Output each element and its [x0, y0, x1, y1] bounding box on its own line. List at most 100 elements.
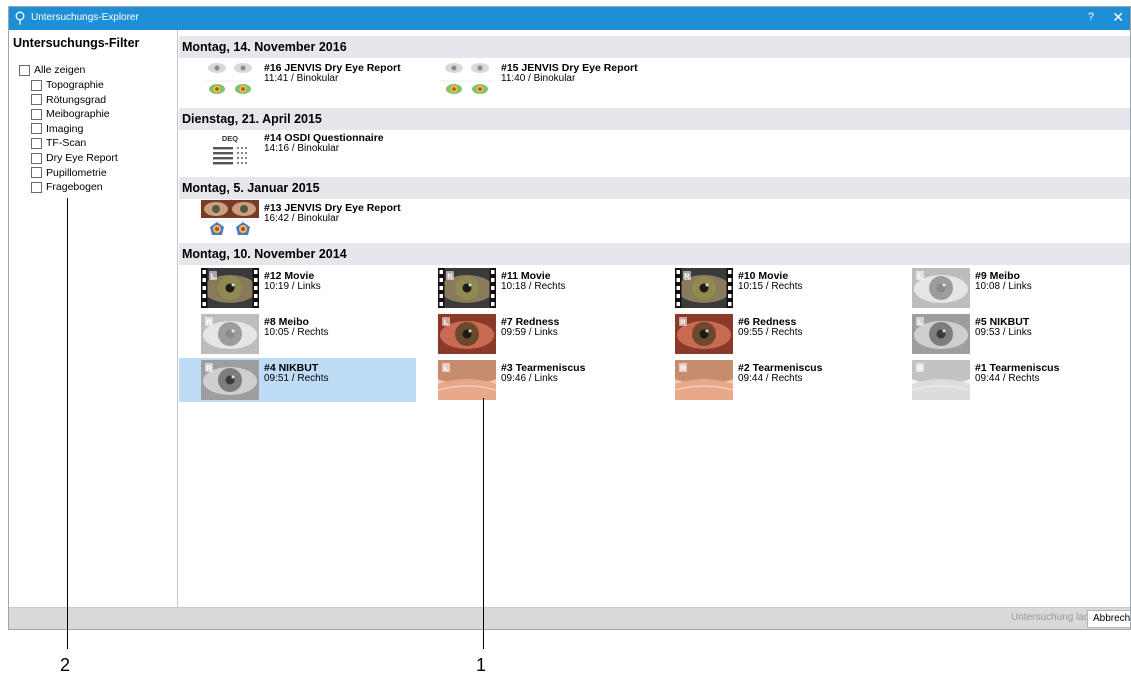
- examination-time: 11:40 / Binokular: [501, 73, 576, 84]
- checkbox[interactable]: [31, 181, 42, 193]
- examination-time: 10:05 / Rechts: [264, 327, 329, 338]
- examination-item[interactable]: R #10 Movie 10:15 / Rechts: [653, 266, 890, 310]
- svg-text:L: L: [444, 364, 449, 373]
- filter-label: Topographie: [46, 79, 104, 91]
- examination-time: 10:18 / Rechts: [501, 281, 566, 292]
- examination-item[interactable]: L #12 Movie 10:19 / Links: [179, 266, 416, 310]
- title-bar: Untersuchungs-Explorer ? ✕: [9, 7, 1130, 30]
- examination-time: 09:46 / Links: [501, 373, 558, 384]
- cancel-button[interactable]: Abbrechen: [1087, 610, 1130, 628]
- examination-item[interactable]: DEQ #14 OSDI Questionnaire 14:16 / Binokul…: [179, 128, 416, 172]
- help-button[interactable]: ?: [1088, 11, 1094, 23]
- eye-image-thumbnail: L: [912, 314, 970, 354]
- svg-text:R: R: [917, 364, 923, 373]
- examination-time: 09:53 / Links: [975, 327, 1032, 338]
- filter-label: TF-Scan: [46, 137, 87, 150]
- checkbox[interactable]: [31, 167, 42, 179]
- filter-item-topographie[interactable]: Topographie: [31, 79, 104, 91]
- examination-item[interactable]: R #6 Redness 09:55 / Rechts: [653, 312, 890, 356]
- callout-line-1: [483, 398, 484, 649]
- examination-item[interactable]: R #1 Tearmeniscus 09:44 / Rechts: [890, 358, 1127, 402]
- close-button[interactable]: ✕: [1112, 9, 1124, 26]
- examination-item[interactable]: L #7 Redness 09:59 / Links: [416, 312, 653, 356]
- filter-label: Rötungsgrad: [46, 93, 107, 106]
- svg-text:L: L: [211, 272, 216, 281]
- filter-label: Pupillometrie: [46, 166, 107, 179]
- checkbox[interactable]: [31, 152, 42, 164]
- examination-time: 09:59 / Links: [501, 327, 558, 338]
- filter-label: Dry Eye Report: [46, 152, 118, 164]
- svg-text:DEQ: DEQ: [222, 134, 238, 143]
- window-title: Untersuchungs-Explorer: [31, 12, 139, 23]
- eye-image-thumbnail: L: [912, 268, 970, 308]
- examination-item[interactable]: #16 JENVIS Dry Eye Report 11:41 / Binokul…: [179, 58, 416, 102]
- examination-time: 10:19 / Links: [264, 281, 321, 292]
- filter-item-meibographie[interactable]: Meibographie: [31, 108, 110, 120]
- location-pin-icon: [15, 11, 25, 25]
- checkbox[interactable]: [31, 137, 42, 149]
- examination-time: 09:44 / Rechts: [738, 373, 803, 384]
- report-thumbnail: [201, 200, 259, 240]
- examination-time: 16:42 / Binokular: [264, 213, 340, 224]
- date-header: Montag, 10. November 2014: [179, 243, 1130, 265]
- movie-thumbnail: R: [675, 268, 733, 308]
- examination-item[interactable]: #13 JENVIS Dry Eye Report 16:42 / Binokul…: [179, 198, 416, 242]
- filter-label: Meibographie: [46, 108, 110, 121]
- filter-all[interactable]: Alle zeigen: [19, 64, 85, 76]
- examination-item[interactable]: R #2 Tearmeniscus 09:44 / Rechts: [653, 358, 890, 402]
- filter-item-fragebogen[interactable]: Fragebogen: [31, 181, 103, 193]
- examination-time: 09:55 / Rechts: [738, 327, 803, 338]
- filter-item-dry-eye-report[interactable]: Dry Eye Report: [31, 152, 118, 164]
- examination-item[interactable]: R #4 NIKBUT 09:51 / Rechts: [179, 358, 416, 402]
- filter-item-pupillometrie[interactable]: Pupillometrie: [31, 167, 107, 179]
- checkbox[interactable]: [31, 108, 42, 120]
- svg-text:L: L: [444, 318, 449, 327]
- examination-item[interactable]: L #3 Tearmeniscus 09:46 / Links: [416, 358, 653, 402]
- date-header: Dienstag, 21. April 2015: [179, 108, 1130, 130]
- eye-image-thumbnail: L: [438, 360, 496, 400]
- svg-text:R: R: [680, 364, 686, 373]
- filter-item-imaging[interactable]: Imaging: [31, 123, 83, 135]
- report-thumbnail: [201, 60, 259, 100]
- svg-text:R: R: [680, 318, 686, 327]
- eye-image-thumbnail: R: [675, 360, 733, 400]
- svg-text:R: R: [684, 272, 690, 281]
- eye-image-thumbnail: L: [438, 314, 496, 354]
- examination-list: Montag, 14. November 2016 #16 JENVIS Dry…: [179, 30, 1130, 607]
- date-header: Montag, 5. Januar 2015: [179, 177, 1130, 199]
- svg-text:R: R: [447, 272, 453, 281]
- filter-label: Alle zeigen: [34, 64, 86, 76]
- examination-time: 09:51 / Rechts: [264, 373, 329, 384]
- callout-line-2: [67, 198, 68, 649]
- svg-text:L: L: [918, 272, 923, 281]
- svg-text:R: R: [206, 364, 212, 373]
- examination-item[interactable]: R #11 Movie 10:18 / Rechts: [416, 266, 653, 310]
- examination-time: 09:44 / Rechts: [975, 373, 1040, 384]
- examination-item[interactable]: #15 JENVIS Dry Eye Report 11:40 / Binokul…: [416, 58, 653, 102]
- checkbox[interactable]: [31, 94, 42, 106]
- examination-time: 10:08 / Links: [975, 281, 1032, 292]
- filter-item-r-tungsgrad[interactable]: Rötungsgrad: [31, 94, 106, 106]
- examination-item[interactable]: L #5 NIKBUT 09:53 / Links: [890, 312, 1127, 356]
- svg-text:R: R: [206, 318, 212, 327]
- examination-item[interactable]: L #9 Meibo 10:08 / Links: [890, 266, 1127, 310]
- eye-image-thumbnail: R: [912, 360, 970, 400]
- filter-item-tf-scan[interactable]: TF-Scan: [31, 137, 86, 149]
- eye-image-thumbnail: R: [201, 314, 259, 354]
- examination-time: 10:15 / Rechts: [738, 281, 803, 292]
- questionnaire-thumbnail: DEQ: [201, 130, 259, 170]
- checkbox[interactable]: [19, 64, 30, 76]
- eye-image-thumbnail: R: [675, 314, 733, 354]
- callout-number-2: 2: [60, 655, 71, 675]
- checkbox[interactable]: [31, 123, 42, 135]
- filter-label: Imaging: [46, 122, 84, 135]
- filter-sidebar: Untersuchungs-Filter Alle zeigen Topograp…: [9, 30, 178, 607]
- date-header: Montag, 14. November 2016: [179, 36, 1130, 58]
- eye-image-thumbnail: R: [201, 360, 259, 400]
- movie-thumbnail: L: [201, 268, 259, 308]
- checkbox[interactable]: [31, 79, 42, 91]
- sidebar-title: Untersuchungs-Filter: [13, 36, 140, 50]
- examination-item[interactable]: R #8 Meibo 10:05 / Rechts: [179, 312, 416, 356]
- callout-number-1: 1: [476, 655, 487, 675]
- movie-thumbnail: R: [438, 268, 496, 308]
